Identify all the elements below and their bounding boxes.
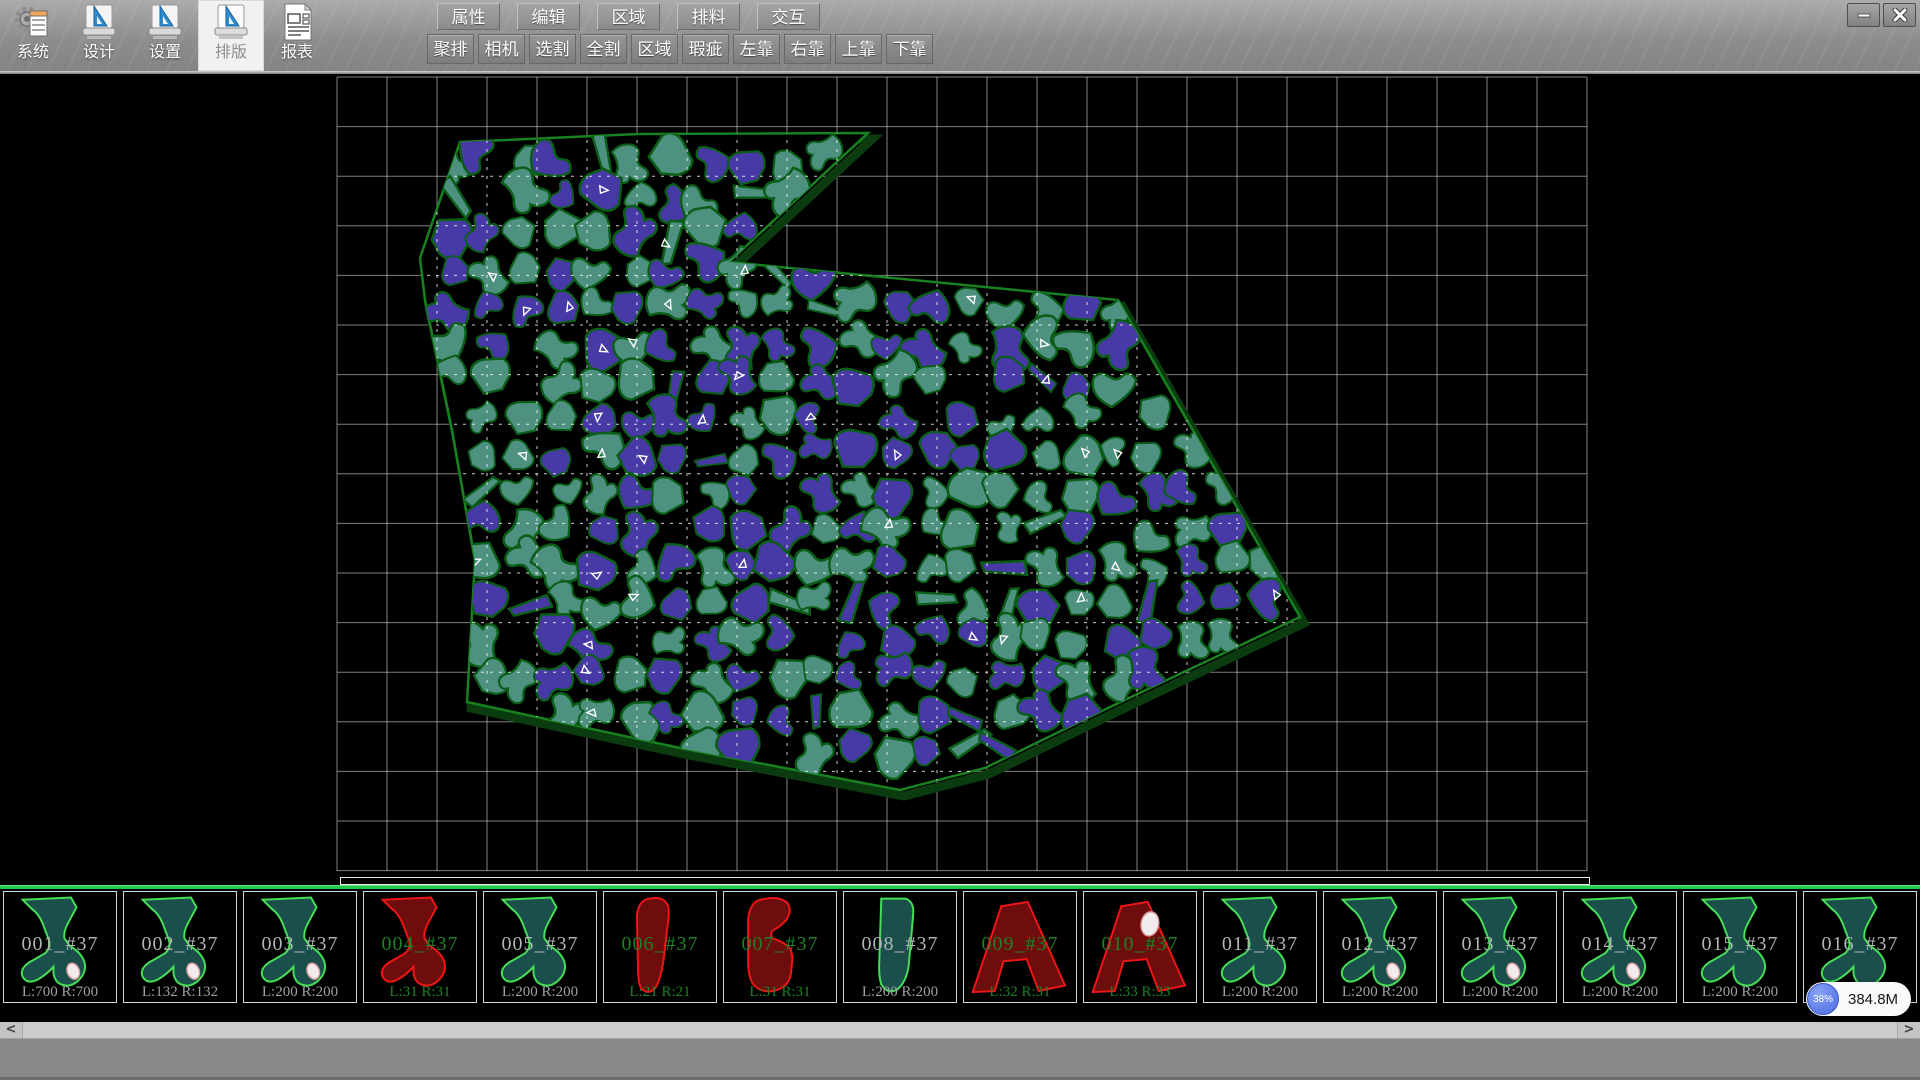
piece-thumbnail[interactable]: 007_#37 L:31 R:31 bbox=[723, 891, 837, 1003]
piece-thumbnail[interactable]: 008_#37 L:200 R:200 bbox=[843, 891, 957, 1003]
menu-tab-bar: 属性 编辑 区域 排料 交互 bbox=[437, 3, 820, 30]
design-icon bbox=[79, 2, 119, 42]
piece-thumbnail[interactable]: 010_#37 L:33 R:33 bbox=[1083, 891, 1197, 1003]
piece-lr-count: L:200 R:200 bbox=[1204, 984, 1316, 1001]
piece-name: 015_#37 bbox=[1684, 933, 1796, 956]
system-icon bbox=[13, 2, 53, 42]
piece-name: 009_#37 bbox=[964, 933, 1076, 956]
scroll-right-button[interactable]: > bbox=[1897, 1022, 1920, 1038]
tool-select-cut[interactable]: 选割 bbox=[529, 34, 576, 64]
piece-thumbnail[interactable]: 011_#37 L:200 R:200 bbox=[1203, 891, 1317, 1003]
piece-lr-count: L:200 R:200 bbox=[484, 984, 596, 1001]
tool-cluster-nest[interactable]: 聚排 bbox=[427, 34, 474, 64]
piece-name: 010_#37 bbox=[1084, 933, 1196, 956]
scroll-left-button[interactable]: < bbox=[0, 1022, 23, 1038]
mode-label: 报表 bbox=[264, 42, 330, 64]
piece-lr-count: L:200 R:200 bbox=[1444, 984, 1556, 1001]
menu-tab-interactive[interactable]: 交互 bbox=[757, 3, 820, 30]
piece-thumbnail[interactable]: 002_#37 L:132 R:132 bbox=[123, 891, 237, 1003]
report-icon bbox=[277, 2, 317, 42]
piece-thumbnail[interactable]: 014_#37 L:200 R:200 bbox=[1563, 891, 1677, 1003]
piece-lr-count: L:31 R:31 bbox=[724, 984, 836, 1001]
tool-region[interactable]: 区域 bbox=[631, 34, 678, 64]
piece-thumbnail[interactable]: 012_#37 L:200 R:200 bbox=[1323, 891, 1437, 1003]
piece-name: 016_#37 bbox=[1804, 933, 1916, 956]
pieces-strip: 001_#37 L:700 R:700 002_#37 L:132 R:132 … bbox=[0, 889, 1920, 1005]
horizontal-scrollbar[interactable]: < > bbox=[0, 1022, 1920, 1038]
piece-lr-count: L:200 R:200 bbox=[1564, 984, 1676, 1001]
piece-name: 002_#37 bbox=[124, 933, 236, 956]
piece-lr-count: L:21 R:21 bbox=[604, 984, 716, 1001]
piece-name: 003_#37 bbox=[244, 933, 356, 956]
tool-align-right[interactable]: 右靠 bbox=[784, 34, 831, 64]
mode-label: 系统 bbox=[0, 42, 66, 64]
progress-circle: 38% bbox=[1807, 983, 1839, 1015]
piece-thumbnail[interactable]: 006_#37 L:21 R:21 bbox=[603, 891, 717, 1003]
minimize-button[interactable] bbox=[1847, 3, 1880, 27]
piece-thumbnail[interactable]: 003_#37 L:200 R:200 bbox=[243, 891, 357, 1003]
piece-lr-count: L:200 R:200 bbox=[1684, 984, 1796, 1001]
piece-thumbnail[interactable]: 001_#37 L:700 R:700 bbox=[3, 891, 117, 1003]
tool-align-top[interactable]: 上靠 bbox=[835, 34, 882, 64]
piece-lr-count: L:200 R:200 bbox=[1324, 984, 1436, 1001]
piece-lr-count: L:132 R:132 bbox=[124, 984, 236, 1001]
piece-name: 012_#37 bbox=[1324, 933, 1436, 956]
mode-label: 设计 bbox=[66, 42, 132, 64]
piece-thumbnail[interactable]: 009_#37 L:32 R:31 bbox=[963, 891, 1077, 1003]
piece-name: 011_#37 bbox=[1204, 933, 1316, 956]
piece-lr-count: L:200 R:200 bbox=[244, 984, 356, 1001]
piece-name: 005_#37 bbox=[484, 933, 596, 956]
tool-cut-all[interactable]: 全割 bbox=[580, 34, 627, 64]
mode-bar: 系统 设计 bbox=[0, 0, 330, 71]
minimize-icon bbox=[1856, 9, 1872, 21]
piece-lr-count: L:31 R:31 bbox=[364, 984, 476, 1001]
close-button[interactable] bbox=[1883, 3, 1916, 27]
toolbar: 系统 设计 bbox=[0, 0, 1920, 71]
tool-defect[interactable]: 瑕疵 bbox=[682, 34, 729, 64]
tool-button-bar: 聚排 相机 选割 全割 区域 瑕疵 左靠 右靠 上靠 下靠 bbox=[427, 34, 933, 64]
mode-system[interactable]: 系统 bbox=[0, 0, 66, 71]
menu-tab-region[interactable]: 区域 bbox=[597, 3, 660, 30]
tool-camera[interactable]: 相机 bbox=[478, 34, 525, 64]
mode-label: 排版 bbox=[198, 42, 264, 64]
piece-name: 008_#37 bbox=[844, 933, 956, 956]
menu-tab-edit[interactable]: 编辑 bbox=[517, 3, 580, 30]
memory-value: 384.8M bbox=[1848, 991, 1898, 1008]
canvas-scroll-thumb[interactable] bbox=[340, 877, 1590, 885]
tool-align-bottom[interactable]: 下靠 bbox=[886, 34, 933, 64]
piece-name: 013_#37 bbox=[1444, 933, 1556, 956]
piece-thumbnail[interactable]: 013_#37 L:200 R:200 bbox=[1443, 891, 1557, 1003]
window-controls bbox=[1847, 3, 1916, 27]
nesting-drawing bbox=[0, 74, 1920, 877]
piece-name: 004_#37 bbox=[364, 933, 476, 956]
mode-nesting-active[interactable]: 排版 bbox=[198, 0, 264, 71]
piece-lr-count: L:33 R:33 bbox=[1084, 984, 1196, 1001]
piece-name: 007_#37 bbox=[724, 933, 836, 956]
piece-thumbnail[interactable]: 005_#37 L:200 R:200 bbox=[483, 891, 597, 1003]
mode-design[interactable]: 设计 bbox=[66, 0, 132, 71]
menu-tab-nesting[interactable]: 排料 bbox=[677, 3, 740, 30]
nesting-icon bbox=[211, 2, 251, 42]
memory-badge: 38% 384.8M bbox=[1806, 982, 1911, 1016]
mode-label: 设置 bbox=[132, 42, 198, 64]
piece-thumbnail[interactable]: 004_#37 L:31 R:31 bbox=[363, 891, 477, 1003]
application-window: 系统 设计 bbox=[0, 0, 1920, 1080]
piece-thumbnail[interactable]: 015_#37 L:200 R:200 bbox=[1683, 891, 1797, 1003]
settings-icon bbox=[145, 2, 185, 42]
close-icon bbox=[1892, 8, 1908, 22]
mode-settings[interactable]: 设置 bbox=[132, 0, 198, 71]
mode-report[interactable]: 报表 bbox=[264, 0, 330, 71]
piece-name: 006_#37 bbox=[604, 933, 716, 956]
piece-lr-count: L:200 R:200 bbox=[844, 984, 956, 1001]
piece-lr-count: L:32 R:31 bbox=[964, 984, 1076, 1001]
menu-tab-properties[interactable]: 属性 bbox=[437, 3, 500, 30]
piece-lr-count: L:700 R:700 bbox=[4, 984, 116, 1001]
status-bar bbox=[0, 1038, 1920, 1080]
nesting-canvas[interactable] bbox=[0, 74, 1920, 877]
piece-name: 001_#37 bbox=[4, 933, 116, 956]
tool-align-left[interactable]: 左靠 bbox=[733, 34, 780, 64]
piece-name: 014_#37 bbox=[1564, 933, 1676, 956]
canvas-scroll-track bbox=[0, 877, 1920, 885]
